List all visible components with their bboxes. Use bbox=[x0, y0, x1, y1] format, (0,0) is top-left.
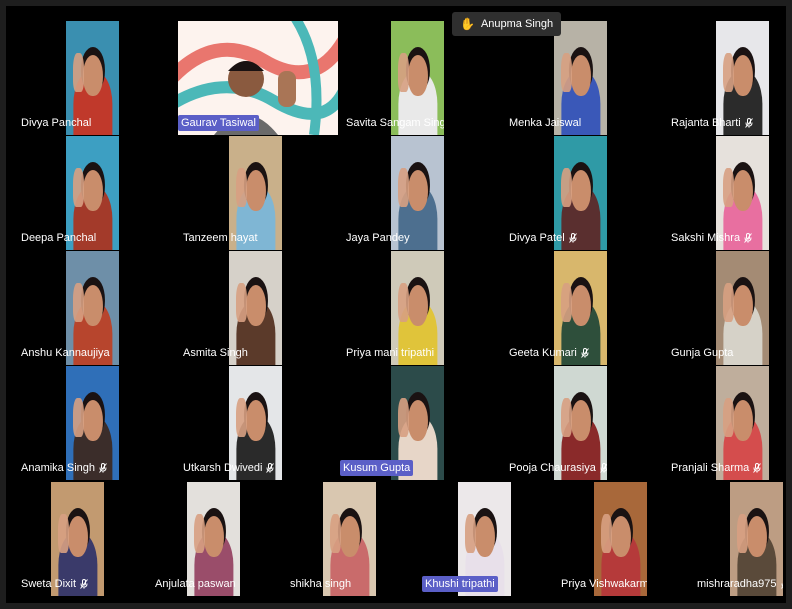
participant-tile[interactable]: Utkarsh Dwivedi bbox=[180, 366, 282, 480]
mic-muted-icon bbox=[577, 347, 589, 359]
mic-muted-icon bbox=[565, 232, 577, 244]
participant-name: mishraradha975 bbox=[694, 576, 783, 592]
participant-tile[interactable]: Priya Vishwakarma bbox=[558, 482, 647, 596]
participant-name: Anshu Kannaujiya bbox=[21, 347, 110, 359]
participant-tile[interactable]: Savita Sangam Singh bbox=[343, 21, 444, 135]
participant-name: Divya Patel bbox=[506, 230, 580, 246]
participant-name: Menka Jaiswal bbox=[509, 117, 582, 129]
participant-name: Priya Vishwakarma bbox=[558, 576, 647, 592]
participant-tile[interactable]: Jaya Pandey bbox=[343, 136, 444, 250]
participant-name: Khushi tripathi bbox=[422, 576, 498, 592]
mic-muted-icon bbox=[749, 462, 762, 474]
participant-name: Deepa Panchal bbox=[21, 232, 97, 244]
participant-name: Gaurav Tasiwal bbox=[178, 115, 259, 131]
participant-name: Geeta Kumari bbox=[506, 345, 592, 361]
participant-name: Jaya Pandey bbox=[346, 232, 410, 244]
participant-name: Pooja Chaurasiya bbox=[506, 460, 607, 476]
participant-tile[interactable]: Tanzeem hayat bbox=[180, 136, 282, 250]
raised-hand-notification[interactable]: ✋ Anupma Singh bbox=[452, 12, 562, 36]
mic-muted-icon bbox=[95, 462, 107, 474]
participant-tile[interactable]: Pranjali Sharma bbox=[668, 366, 769, 480]
mic-muted-icon bbox=[596, 462, 607, 474]
participant-name: Anamika Singh bbox=[18, 460, 110, 476]
participant-tile[interactable]: Deepa Panchal bbox=[18, 136, 119, 250]
participant-name: Divya Panchal bbox=[21, 117, 92, 129]
participant-name: Asmita Singh bbox=[183, 347, 248, 359]
participant-name: Gunja Gupta bbox=[671, 347, 734, 359]
participant-tile[interactable]: Rajanta Bharti bbox=[668, 21, 769, 135]
mic-muted-icon bbox=[76, 578, 88, 590]
participant-name: Tanzeem hayat bbox=[183, 232, 258, 244]
mic-muted-icon bbox=[777, 578, 783, 590]
mic-muted-icon bbox=[262, 462, 275, 474]
participant-name: Rajanta Bharti bbox=[668, 115, 756, 131]
mic-muted-icon bbox=[236, 578, 240, 590]
participant-tile[interactable]: Sweta Dixit bbox=[18, 482, 104, 596]
participant-name: Kusum Gupta bbox=[340, 460, 414, 476]
participant-tile[interactable]: Priya mani tripathi bbox=[343, 251, 444, 365]
video-gallery: Divya Panchal Gaurav Tasiwal Savita Sangam… bbox=[6, 6, 786, 603]
participant-name: Sweta Dixit bbox=[18, 576, 91, 592]
participant-name: Sakshi Mishra bbox=[668, 230, 755, 246]
participant-name: Pranjali Sharma bbox=[668, 460, 764, 476]
participant-tile[interactable]: Khushi tripathi bbox=[422, 482, 511, 596]
participant-name: shikha singh bbox=[290, 578, 352, 590]
participant-tile[interactable]: Divya Patel bbox=[506, 136, 607, 250]
participant-tile[interactable]: Geeta Kumari bbox=[506, 251, 607, 365]
participant-tile[interactable]: Gunja Gupta bbox=[668, 251, 769, 365]
mic-muted-icon bbox=[740, 232, 752, 244]
participant-tile[interactable]: Divya Panchal bbox=[18, 21, 119, 135]
participant-name: Utkarsh Dwivedi bbox=[180, 460, 277, 476]
participant-tile[interactable]: Anshu Kannaujiya bbox=[18, 251, 119, 365]
participant-tile[interactable]: Gaurav Tasiwal bbox=[178, 21, 338, 135]
participant-name: Priya mani tripathi bbox=[346, 347, 435, 359]
raised-hand-name: Anupma Singh bbox=[480, 18, 554, 30]
participant-tile[interactable]: Anjulata paswan bbox=[152, 482, 240, 596]
participant-name: Savita Sangam Singh bbox=[343, 115, 444, 131]
participant-tile[interactable]: Sakshi Mishra bbox=[668, 136, 769, 250]
participant-tile[interactable]: Asmita Singh bbox=[180, 251, 282, 365]
participant-tile[interactable]: Anamika Singh bbox=[18, 366, 119, 480]
participant-tile[interactable]: Menka Jaiswal bbox=[506, 21, 607, 135]
participant-tile[interactable]: shikha singh bbox=[287, 482, 376, 596]
participant-tile[interactable]: Pooja Chaurasiya bbox=[506, 366, 607, 480]
participant-name: Anjulata paswan bbox=[152, 576, 240, 592]
raised-hand-icon: ✋ bbox=[460, 17, 475, 31]
participant-tile[interactable]: Kusum Gupta bbox=[340, 366, 444, 480]
mic-muted-icon bbox=[741, 117, 753, 129]
participant-tile[interactable]: mishraradha975 bbox=[694, 482, 783, 596]
